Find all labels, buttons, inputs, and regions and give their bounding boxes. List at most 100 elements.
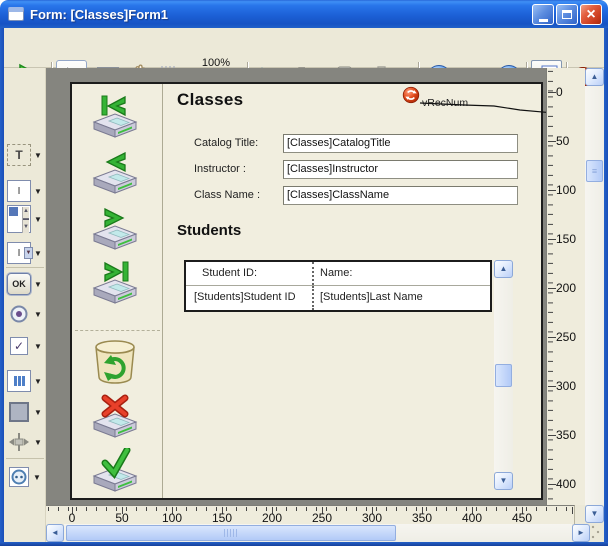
window-vertical-scrollbar[interactable]: ▲ ≡ ▼	[585, 68, 604, 523]
ruler-label: 400	[556, 477, 576, 491]
ruler-label: 250	[556, 330, 576, 344]
ruler-ticks-major	[548, 68, 556, 505]
toolbox-list-box-tool[interactable]: ▲▬▼▼	[7, 204, 45, 234]
connector-tool-icon	[9, 467, 29, 487]
pushbutton-tool-icon: OK	[7, 273, 31, 295]
students-heading: Students	[177, 222, 241, 239]
minimize-icon	[539, 19, 548, 22]
previous-record-icon[interactable]	[92, 150, 138, 198]
class-name-field[interactable]: [Classes]ClassName	[283, 186, 518, 205]
commit-record-icon[interactable]	[92, 448, 138, 496]
scroll-track[interactable]	[585, 86, 604, 505]
students-grid[interactable]: Student ID: Name: [Students]Student ID […	[184, 260, 492, 312]
minimize-button[interactable]	[532, 4, 554, 25]
ruler-label: 200	[556, 281, 576, 295]
scroll-up-icon[interactable]: ▲	[494, 260, 513, 278]
thumb-grip-icon	[224, 529, 238, 537]
window-title: Form: [Classes]Form1	[30, 7, 168, 22]
toolbox-progress-tool[interactable]: ▼	[7, 368, 45, 394]
toolbox-label-tool[interactable]: T▼	[7, 142, 45, 168]
maximize-icon	[562, 10, 572, 19]
toolbox-radio-button-tool[interactable]: ▼	[7, 301, 45, 327]
chevron-down-icon: ▼	[34, 280, 42, 289]
chevron-down-icon: ▼	[34, 187, 42, 196]
ruler-label: 150	[212, 511, 232, 525]
classes-heading: Classes	[177, 90, 243, 110]
ruler-label: 350	[412, 511, 432, 525]
chevron-down-icon: ▼	[33, 473, 41, 482]
toolbox-splitter-tool[interactable]: ▼	[7, 429, 45, 455]
chevron-down-icon: ▼	[34, 215, 42, 224]
ruler-label: 150	[556, 232, 576, 246]
form-window-icon	[8, 7, 24, 21]
chevron-down-icon: ▼	[34, 151, 42, 160]
chevron-down-icon: ▼	[34, 342, 42, 351]
design-canvas[interactable]: Classes vRecNum Catalog Title: [Classes]…	[46, 68, 546, 505]
recnum-object[interactable]: vRecNum	[402, 86, 542, 116]
delete-record-icon[interactable]	[92, 394, 138, 442]
vertical-ruler: 050100150200250300350400	[546, 68, 585, 505]
dashed-section-divider	[75, 330, 160, 331]
scroll-left-icon[interactable]: ◄	[46, 524, 64, 542]
toolbox-pushbutton-tool[interactable]: OK▼	[7, 271, 45, 297]
ruler-label: 100	[556, 183, 576, 197]
chevron-down-icon: ▼	[34, 438, 42, 447]
list-box-tool-icon: ▲▬▼	[7, 205, 31, 233]
form-page[interactable]: Classes vRecNum Catalog Title: [Classes]…	[70, 82, 543, 500]
chevron-down-icon: ▼	[34, 249, 42, 258]
horizontal-ruler: 050100150200250300350400450	[46, 505, 575, 524]
frame-tool-icon	[9, 402, 29, 422]
toolbox-edit-field-tool[interactable]: I▼	[7, 178, 45, 204]
ruler-label: 100	[162, 511, 182, 525]
main-toolbar: 100% ▼ ▼ ▼ ▼ 1/1	[4, 28, 604, 68]
ruler-label: 300	[362, 511, 382, 525]
column-divider	[162, 84, 163, 498]
last-record-icon[interactable]	[92, 260, 138, 308]
catalog-title-field[interactable]: [Classes]CatalogTitle	[283, 134, 518, 153]
toolbox-separator	[6, 267, 44, 268]
scroll-thumb[interactable]: ≡	[586, 160, 603, 182]
toolbox-frame-tool[interactable]: ▼	[7, 399, 45, 425]
chevron-down-icon: ▼	[34, 377, 42, 386]
progress-tool-icon	[7, 370, 31, 392]
scroll-up-icon[interactable]: ▲	[585, 68, 604, 86]
chevron-down-icon: ▼	[34, 310, 42, 319]
window-horizontal-scrollbar[interactable]: ◄ ►	[46, 524, 590, 542]
ruler-label: 400	[462, 511, 482, 525]
toolbox-combo-box-tool[interactable]: I▼▼	[7, 240, 45, 266]
grid-header-row: Student ID: Name:	[186, 262, 490, 286]
scroll-thumb[interactable]	[495, 364, 512, 387]
toolbox-checkbox-tool[interactable]: ✓▼	[7, 333, 45, 359]
scroll-down-icon[interactable]: ▼	[585, 505, 604, 523]
student-id-cell[interactable]: [Students]Student ID	[186, 286, 306, 310]
grid-data-row[interactable]: [Students]Student ID [Students]Last Name	[186, 286, 490, 310]
close-icon: ×	[586, 5, 595, 24]
window-border	[604, 28, 608, 542]
ruler-label: 0	[556, 85, 563, 99]
scroll-right-icon[interactable]: ►	[572, 524, 590, 542]
first-record-icon[interactable]	[92, 94, 138, 142]
maximize-button[interactable]	[556, 4, 578, 25]
scroll-down-icon[interactable]: ▼	[494, 472, 513, 490]
next-record-icon[interactable]	[92, 206, 138, 254]
ruler-label: 450	[512, 511, 532, 525]
checkbox-tool-icon: ✓	[10, 337, 28, 355]
ruler-label: 0	[69, 511, 76, 525]
close-button[interactable]: ×	[580, 4, 602, 25]
toolbox-connector-tool[interactable]: ▼	[7, 464, 45, 490]
last-name-cell[interactable]: [Students]Last Name	[312, 286, 490, 310]
scroll-thumb[interactable]	[66, 525, 396, 541]
radio-button-tool-icon	[7, 303, 31, 325]
refresh-record-icon[interactable]	[92, 338, 138, 386]
instructor-field[interactable]: [Classes]Instructor	[283, 160, 518, 179]
students-scrollbar[interactable]: ▲ ▼	[494, 260, 513, 490]
edit-field-tool-icon: I	[7, 180, 31, 202]
ruler-label: 200	[262, 511, 282, 525]
field-label: Catalog Title:	[194, 134, 282, 153]
chevron-down-icon: ▼	[34, 408, 42, 417]
title-bar[interactable]: Form: [Classes]Form1 ×	[0, 0, 608, 28]
ruler-label: 50	[115, 511, 128, 525]
label-tool-icon: T	[7, 144, 31, 166]
resize-grip[interactable]	[590, 524, 604, 542]
window-border	[0, 542, 608, 546]
